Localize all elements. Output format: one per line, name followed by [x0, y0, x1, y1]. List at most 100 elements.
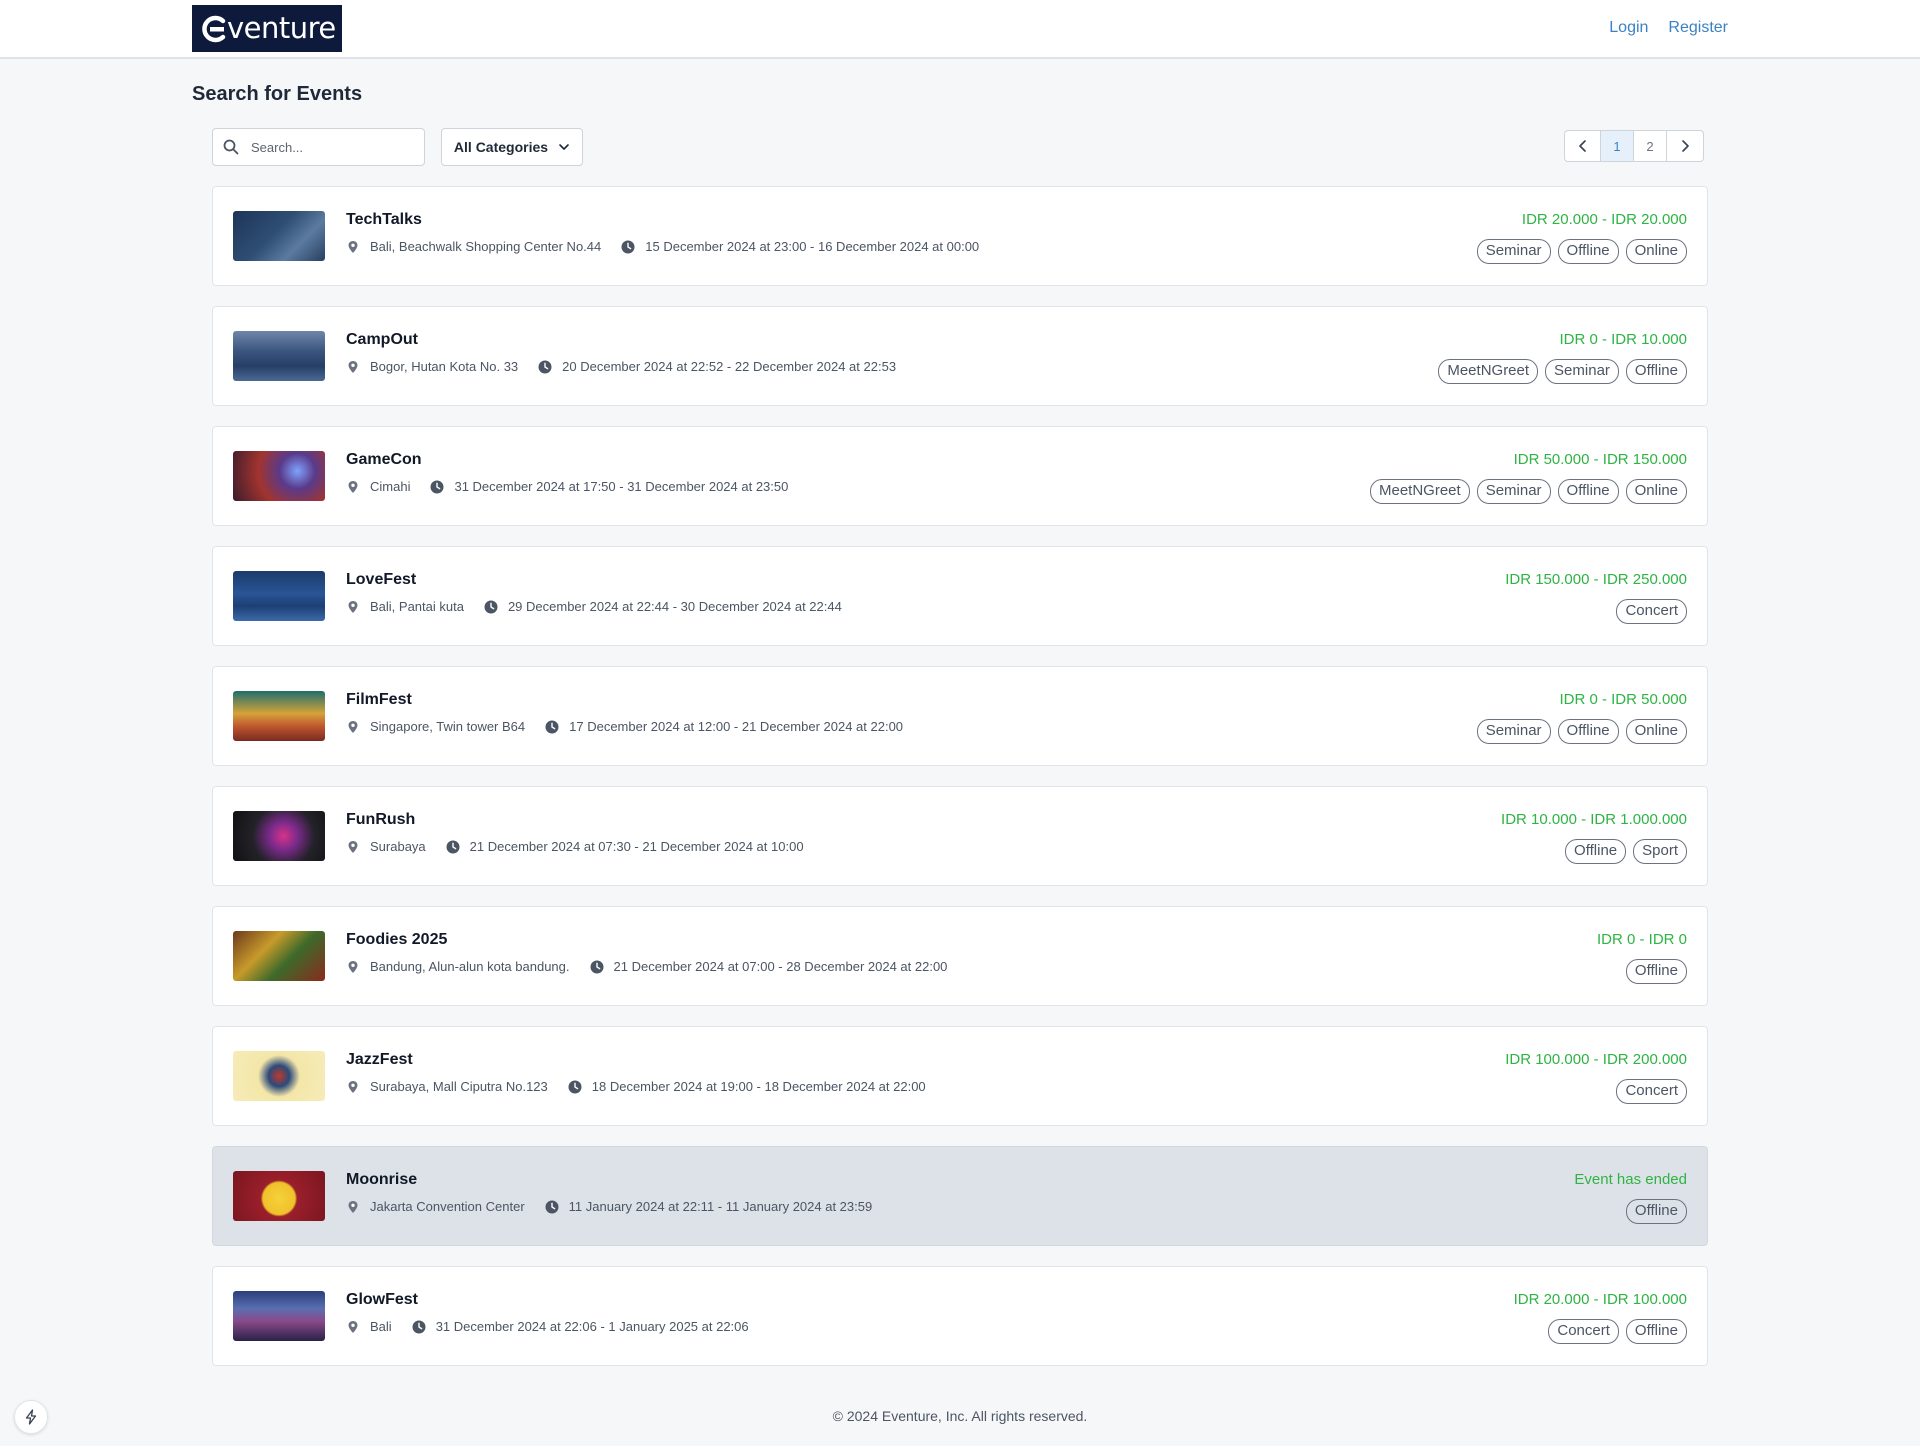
event-card-lovefest[interactable]: LoveFest Bali, Pantai kuta 29 December 2…	[212, 546, 1708, 646]
event-thumbnail	[233, 931, 325, 981]
search-input[interactable]	[251, 139, 411, 155]
event-datetime: 18 December 2024 at 19:00 - 18 December …	[591, 1079, 926, 1094]
event-tags: MeetNGreet Seminar Offline Online	[1369, 479, 1687, 504]
event-card-filmfest[interactable]: FilmFest Singapore, Twin tower B64 17 De…	[212, 666, 1708, 766]
event-card-campout[interactable]: CampOut Bogor, Hutan Kota No. 33 20 Dece…	[212, 306, 1708, 406]
event-datetime: 29 December 2024 at 22:44 - 30 December …	[507, 599, 842, 614]
event-datetime: 15 December 2024 at 23:00 - 16 December …	[645, 239, 980, 254]
event-name: Moonrise	[346, 1171, 418, 1188]
event-name: GameCon	[346, 451, 422, 468]
event-location: Singapore, Twin tower B64	[370, 719, 526, 734]
event-tags: Concert	[1616, 1079, 1687, 1104]
event-tag: Online	[1625, 479, 1687, 504]
event-location: Jakarta Convention Center	[370, 1199, 525, 1214]
search-field[interactable]	[212, 128, 425, 166]
chevron-left-icon	[1578, 140, 1586, 152]
event-datetime: 20 December 2024 at 22:52 - 22 December …	[562, 359, 897, 374]
event-card-techtalks[interactable]: TechTalks Bali, Beachwalk Shopping Cente…	[212, 186, 1708, 286]
event-tag: Concert	[1616, 599, 1687, 624]
event-thumbnail	[233, 451, 325, 501]
page-button-1[interactable]: 1	[1601, 131, 1634, 161]
clock-icon	[568, 1080, 582, 1093]
event-price: IDR 20.000 - IDR 20.000	[1521, 211, 1687, 228]
event-tag: Offline	[1557, 479, 1619, 504]
top-navbar: venture Login Register	[0, 0, 1920, 59]
page-button-2[interactable]: 2	[1634, 131, 1667, 161]
event-thumbnail	[233, 691, 325, 741]
event-location: Cimahi	[370, 479, 411, 494]
event-location: Bali, Pantai kuta	[370, 599, 464, 614]
logo-wordmark: venture	[227, 11, 336, 45]
event-tag: Offline	[1557, 239, 1619, 264]
event-datetime: 31 December 2024 at 17:50 - 31 December …	[454, 479, 789, 494]
event-thumbnail	[233, 811, 325, 861]
event-datetime: 31 December 2024 at 22:06 - 1 January 20…	[435, 1319, 749, 1334]
event-tag: Concert	[1548, 1319, 1619, 1344]
lightning-bolt-icon	[25, 1409, 37, 1425]
location-pin-icon	[348, 600, 358, 613]
clock-icon	[538, 360, 552, 373]
event-tags: Concert Offline	[1548, 1319, 1687, 1344]
event-tags: Seminar Offline Online	[1476, 719, 1687, 744]
event-tag: Seminar	[1545, 359, 1619, 384]
location-pin-icon	[348, 960, 358, 973]
prev-page-button[interactable]	[1565, 131, 1601, 161]
event-tags: Concert	[1616, 599, 1687, 624]
event-thumbnail	[233, 331, 325, 381]
event-card-funrush[interactable]: FunRush Surabaya 21 December 2024 at 07:…	[212, 786, 1708, 886]
event-datetime: 21 December 2024 at 07:00 - 28 December …	[613, 959, 948, 974]
event-tag: Seminar	[1476, 479, 1551, 504]
location-pin-icon	[348, 720, 358, 733]
event-card-jazzfest[interactable]: JazzFest Surabaya, Mall Ciputra No.123 1…	[212, 1026, 1708, 1126]
location-pin-icon	[348, 840, 358, 853]
event-name: FunRush	[346, 811, 416, 828]
event-price: IDR 10.000 - IDR 1.000.000	[1501, 811, 1687, 828]
event-location: Bogor, Hutan Kota No. 33	[370, 359, 519, 374]
login-link[interactable]: Login	[1609, 19, 1648, 37]
event-thumbnail	[233, 1051, 325, 1101]
location-pin-icon	[348, 360, 358, 373]
clock-icon	[545, 720, 559, 733]
event-price: IDR 150.000 - IDR 250.000	[1505, 571, 1687, 588]
location-pin-icon	[348, 480, 358, 493]
category-dropdown[interactable]: All Categories	[441, 128, 583, 166]
dev-tools-button[interactable]	[14, 1400, 48, 1434]
event-tag: Offline	[1625, 959, 1687, 984]
event-tags: MeetNGreet Seminar Offline	[1438, 359, 1687, 384]
event-name: GlowFest	[346, 1291, 419, 1308]
event-tag: Concert	[1616, 1079, 1687, 1104]
event-tags: Offline	[1625, 1199, 1687, 1224]
event-datetime: 21 December 2024 at 07:30 - 21 December …	[469, 839, 804, 854]
event-card-moonrise[interactable]: Moonrise Jakarta Convention Center 11 Ja…	[212, 1146, 1708, 1246]
clock-icon	[484, 600, 498, 613]
event-card-gamecon[interactable]: GameCon Cimahi 31 December 2024 at 17:50…	[212, 426, 1708, 526]
event-price: IDR 0 - IDR 50.000	[1559, 691, 1687, 708]
clock-icon	[621, 240, 635, 253]
footer-copyright: © 2024 Eventure, Inc. All rights reserve…	[832, 1408, 1088, 1424]
event-tag: Seminar	[1476, 719, 1551, 744]
event-name: Foodies 2025	[346, 931, 448, 948]
event-tags: Offline Sport	[1565, 839, 1687, 864]
register-link[interactable]: Register	[1668, 19, 1728, 37]
event-name: CampOut	[346, 331, 418, 348]
event-location: Bali, Beachwalk Shopping Center No.44	[370, 239, 602, 254]
auth-links: Login Register	[1609, 19, 1728, 37]
event-location: Bandung, Alun-alun kota bandung.	[370, 959, 570, 974]
event-card-foodies-2025[interactable]: Foodies 2025 Bandung, Alun-alun kota ban…	[212, 906, 1708, 1006]
event-thumbnail	[233, 1291, 325, 1341]
event-location: Surabaya, Mall Ciputra No.123	[370, 1079, 548, 1094]
event-tag: MeetNGreet	[1438, 359, 1539, 384]
eventure-logo[interactable]: venture	[192, 5, 342, 52]
location-pin-icon	[348, 240, 358, 253]
event-tag: Offline	[1625, 359, 1687, 384]
event-price: IDR 50.000 - IDR 150.000	[1513, 451, 1687, 468]
event-tags: Offline	[1625, 959, 1687, 984]
event-card-glowfest[interactable]: GlowFest Bali 31 December 2024 at 22:06 …	[212, 1266, 1708, 1366]
event-price: IDR 100.000 - IDR 200.000	[1505, 1051, 1687, 1068]
clock-icon	[446, 840, 460, 853]
clock-icon	[590, 960, 604, 973]
next-page-button[interactable]	[1667, 131, 1703, 161]
event-location: Bali	[370, 1319, 392, 1334]
logo-e-mark-icon	[202, 15, 226, 42]
chevron-right-icon	[1682, 140, 1689, 152]
